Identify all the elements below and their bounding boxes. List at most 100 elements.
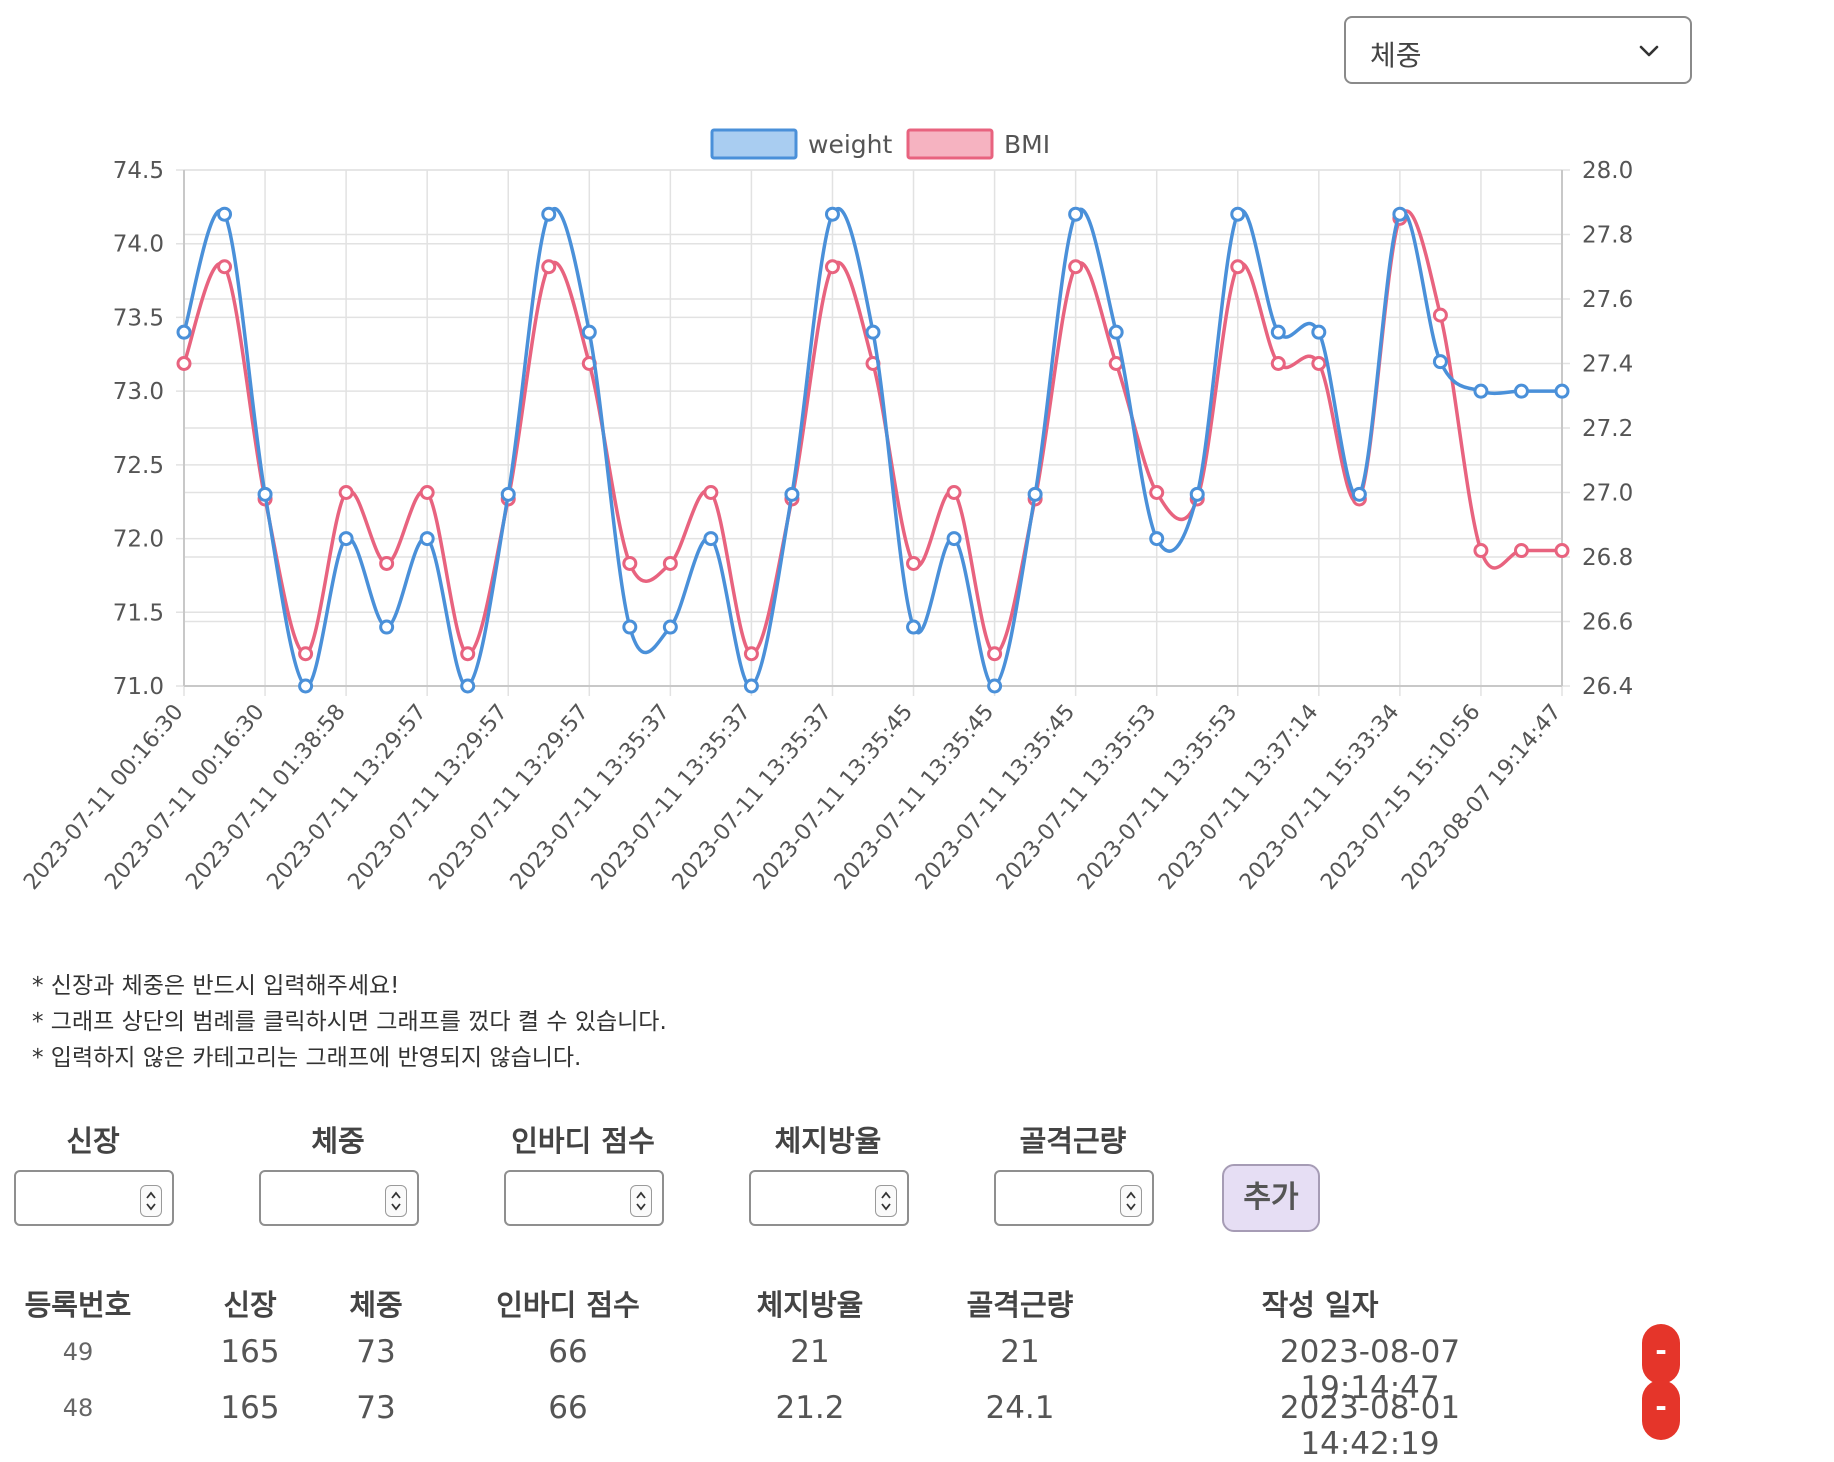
stepper-arrows-icon: [1126, 1191, 1136, 1211]
x-tick-label: 2023-08-07 19:14:47: [1397, 700, 1566, 895]
cell-height: 165: [220, 1390, 280, 1426]
weight-bmi-line-chart: 74.5 74.0 73.5 73.0 72.5 72.0 71.5 71.0 28.0 27.8…: [19, 128, 1633, 895]
x-tick-label: 2023-07-11 13:35:53: [1073, 700, 1242, 895]
data-point-bmi: [622, 555, 638, 571]
col-header-weight: 체중: [349, 1288, 403, 1322]
data-point-weight: [1068, 206, 1084, 222]
data-point-weight: [1108, 324, 1124, 340]
cell-muscle: 21: [1000, 1334, 1040, 1370]
data-point-bmi: [906, 555, 922, 571]
cell-weight: 73: [356, 1390, 396, 1426]
x-tick-label: 2023-07-11 13:29:57: [425, 700, 594, 895]
data-point-bmi: [460, 646, 476, 662]
data-point-weight: [824, 206, 840, 222]
col-header-inbody: 인바디 점수: [496, 1288, 640, 1322]
data-point-weight: [703, 531, 719, 547]
data-point-weight: [1311, 324, 1327, 340]
inbody-stepper[interactable]: [630, 1185, 652, 1217]
data-point-bmi: [298, 646, 314, 662]
fat-input[interactable]: [749, 1170, 909, 1226]
y-left-tick-label: 71.5: [113, 600, 164, 626]
data-point-weight: [379, 619, 395, 635]
col-header-height: 신장: [223, 1288, 277, 1322]
data-point-bmi: [703, 485, 719, 500]
y-left-tick-label: 73.0: [113, 379, 164, 405]
x-tick-label: 2023-07-11 13:35:45: [749, 700, 918, 895]
data-point-weight: [460, 678, 476, 694]
col-header-date: 작성 일자: [1261, 1288, 1379, 1322]
data-point-weight: [662, 619, 678, 635]
category-select-value: 체중: [1370, 39, 1422, 72]
note-line: * 신장과 체중은 반드시 입력해주세요!: [32, 973, 400, 999]
data-point-bmi: [1432, 307, 1448, 323]
fat-input-label: 체지방율: [774, 1124, 882, 1158]
delete-record-button[interactable]: -: [1642, 1324, 1680, 1384]
y-left-tick-label: 74.0: [113, 232, 164, 258]
inbody-input-label: 인바디 점수: [511, 1124, 655, 1158]
fat-stepper[interactable]: [875, 1185, 897, 1217]
legend-swatch-bmi: [906, 128, 994, 160]
data-point-weight: [743, 678, 759, 694]
y-right-tick-label: 27.8: [1582, 223, 1633, 249]
data-point-bmi: [217, 259, 233, 275]
cell-weight: 73: [356, 1334, 396, 1370]
y-left-tick-label: 72.0: [113, 527, 164, 553]
data-point-bmi: [1513, 543, 1529, 559]
weight-stepper[interactable]: [385, 1185, 407, 1217]
inbody-input[interactable]: [504, 1170, 664, 1226]
weight-input-label: 체중: [311, 1124, 365, 1158]
weight-input[interactable]: [259, 1170, 419, 1226]
cell-fat: 21.2: [775, 1390, 845, 1426]
data-point-weight: [1351, 486, 1367, 502]
height-stepper[interactable]: [140, 1185, 162, 1217]
data-point-bmi: [1068, 259, 1084, 275]
data-point-weight: [622, 619, 638, 635]
data-point-weight: [1392, 206, 1408, 222]
data-point-weight: [338, 531, 354, 547]
data-point-weight: [865, 324, 881, 340]
x-tick-label: 2023-07-11 13:35:37: [587, 700, 756, 895]
cell-height: 165: [220, 1334, 280, 1370]
data-point-weight: [217, 206, 233, 222]
x-tick-label: 2023-07-11 13:29:57: [343, 700, 512, 895]
cell-date: 2023-08-01 14:42:19: [1279, 1390, 1461, 1462]
legend-swatch-weight: [710, 128, 798, 160]
data-point-weight: [581, 324, 597, 340]
data-point-bmi: [541, 259, 557, 275]
cell-inbody: 66: [548, 1390, 588, 1426]
muscle-stepper[interactable]: [1120, 1185, 1142, 1217]
cell-id: 49: [62, 1338, 94, 1366]
data-point-weight: [1270, 324, 1286, 340]
cell-fat: 21: [790, 1334, 830, 1370]
col-header-fat: 체지방율: [756, 1288, 864, 1322]
data-point-bmi: [379, 555, 395, 571]
y-right-tick-label: 27.4: [1582, 352, 1633, 378]
data-point-weight: [541, 206, 557, 222]
x-tick-label: 2023-07-11 01:38:58: [181, 700, 350, 895]
data-point-weight: [1432, 354, 1448, 370]
data-point-weight: [500, 486, 516, 502]
cell-id: 48: [62, 1394, 94, 1422]
y-right-tick-label: 26.4: [1582, 674, 1633, 700]
col-header-id: 등록번호: [24, 1288, 132, 1322]
cell-muscle: 24.1: [985, 1390, 1055, 1426]
data-point-bmi: [1554, 543, 1570, 559]
muscle-input[interactable]: [994, 1170, 1154, 1226]
y-right-tick-label: 28.0: [1582, 158, 1633, 184]
x-tick-label: 2023-07-11 00:16:30: [100, 700, 269, 895]
delete-record-button[interactable]: -: [1642, 1380, 1680, 1440]
stepper-arrows-icon: [146, 1191, 156, 1211]
data-point-bmi: [1270, 356, 1286, 371]
category-select[interactable]: 체중: [1344, 16, 1692, 84]
x-tick-label: 2023-07-11 13:37:14: [1154, 700, 1323, 895]
add-record-button[interactable]: 추가: [1222, 1164, 1320, 1232]
stepper-arrows-icon: [391, 1191, 401, 1211]
series-line-bmi: [182, 209, 1562, 656]
y-right-tick-label: 26.6: [1582, 610, 1633, 636]
y-left-tick-label: 73.5: [113, 305, 164, 331]
height-input[interactable]: [14, 1170, 174, 1226]
legend-label-bmi: BMI: [1004, 130, 1050, 159]
data-point-weight: [176, 324, 192, 340]
instruction-notes: * 신장과 체중은 반드시 입력해주세요! * 그래프 상단의 범례를 클릭하시…: [32, 968, 667, 1076]
data-point-weight: [419, 531, 435, 547]
